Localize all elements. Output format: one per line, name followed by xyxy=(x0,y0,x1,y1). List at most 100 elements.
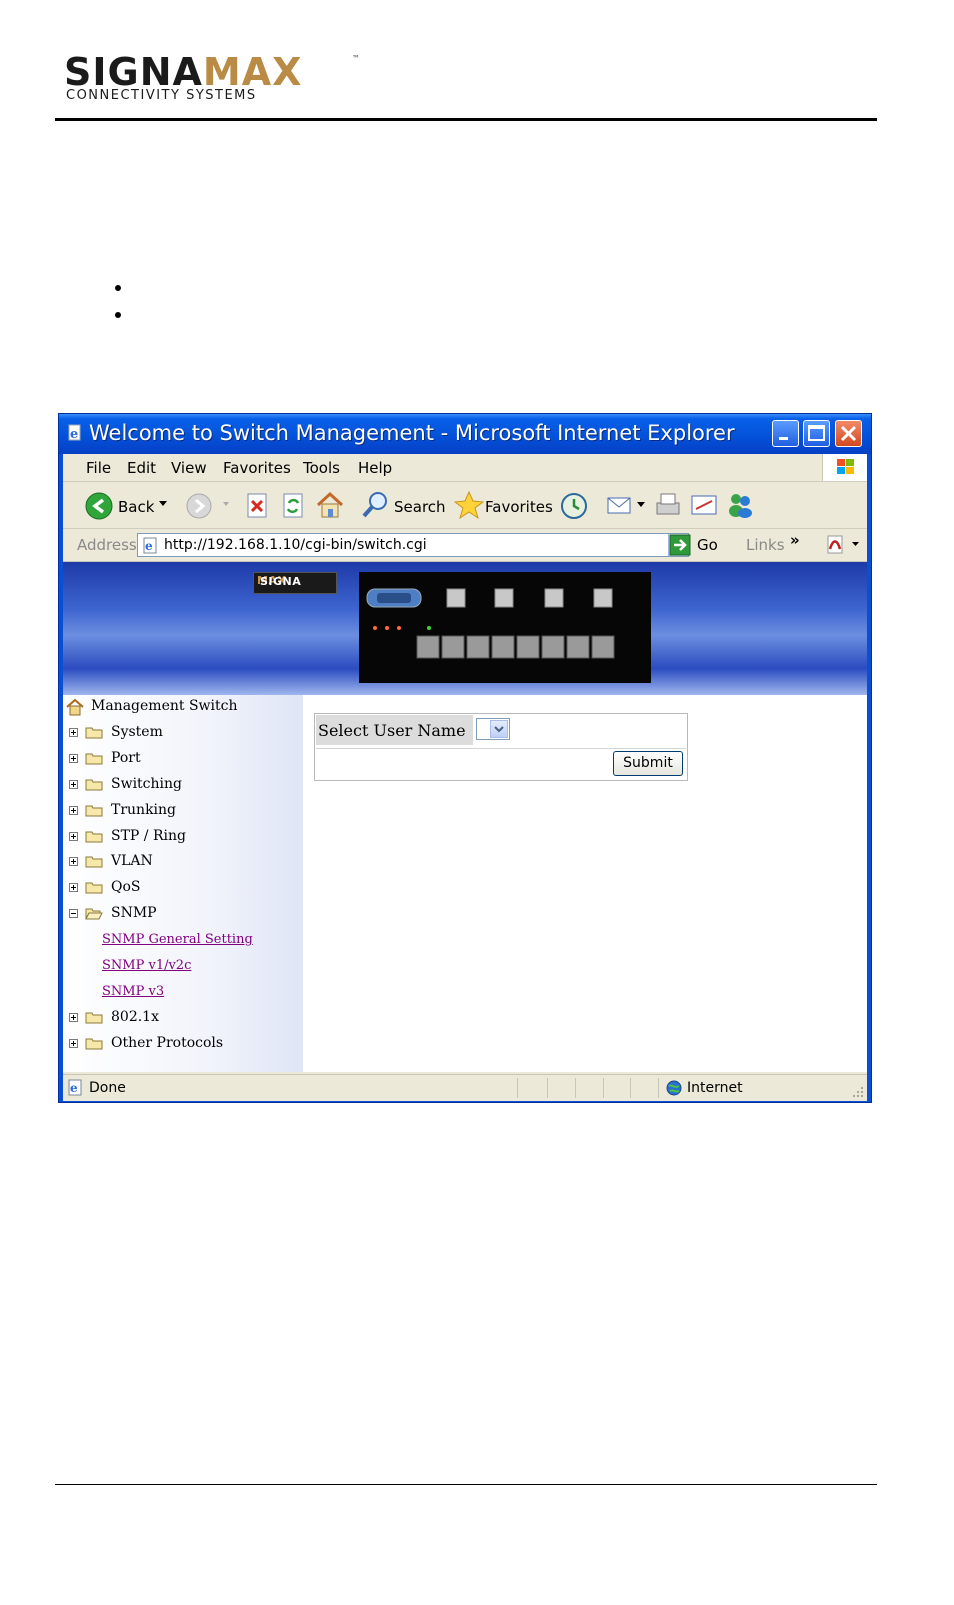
refresh-icon[interactable] xyxy=(281,492,305,520)
switch-front-panel-image xyxy=(359,572,651,683)
select-user-label: Select User Name xyxy=(318,721,466,740)
title-bar[interactable]: e Welcome to Switch Management - Microso… xyxy=(59,414,871,454)
stop-icon[interactable] xyxy=(245,492,269,520)
security-zone: Internet xyxy=(687,1080,743,1096)
status-bar: e Done Internet xyxy=(63,1074,867,1101)
standard-toolbar: Back Search Favorites xyxy=(63,482,867,529)
user-name-select[interactable] xyxy=(476,718,510,740)
close-icon xyxy=(840,425,857,442)
status-divider xyxy=(547,1078,548,1098)
history-icon[interactable] xyxy=(559,491,589,521)
menu-favorites[interactable]: Favorites xyxy=(223,459,291,477)
chevron-down-icon xyxy=(494,726,504,733)
signamax-logo: SIGNAMAX ™ CONNECTIVITY SYSTEMS xyxy=(64,52,364,108)
mail-dropdown-icon[interactable] xyxy=(637,502,645,507)
ie-window: e Welcome to Switch Management - Microso… xyxy=(58,413,872,1103)
select-dropdown-button[interactable] xyxy=(490,720,508,738)
expand-icon[interactable] xyxy=(69,754,78,763)
folder-icon xyxy=(85,779,103,791)
address-bar: Address e http://192.168.1.10/cgi-bin/sw… xyxy=(63,529,867,562)
address-url: http://192.168.1.10/cgi-bin/switch.cgi xyxy=(164,537,427,553)
edit-icon[interactable] xyxy=(689,491,719,519)
bullet-point xyxy=(115,285,121,291)
page-icon: e xyxy=(143,537,157,554)
banner-logo: SIGNA MAX xyxy=(253,572,337,594)
status-text: Done xyxy=(89,1080,126,1096)
svg-text:e: e xyxy=(70,1081,78,1095)
folder-icon xyxy=(85,1038,103,1050)
menu-view[interactable]: View xyxy=(171,459,207,477)
folder-icon xyxy=(85,727,103,739)
search-icon[interactable] xyxy=(361,490,391,520)
back-icon[interactable] xyxy=(85,492,113,520)
status-divider xyxy=(658,1078,659,1098)
favorites-button-label[interactable]: Favorites xyxy=(485,498,553,516)
maximize-icon xyxy=(808,425,825,441)
submit-button[interactable]: Submit xyxy=(613,751,683,776)
home-icon[interactable] xyxy=(315,490,345,520)
address-input[interactable]: e http://192.168.1.10/cgi-bin/switch.cgi xyxy=(137,533,689,557)
maximize-button[interactable] xyxy=(803,420,830,447)
menu-tools[interactable]: Tools xyxy=(303,459,340,477)
folder-icon xyxy=(85,753,103,765)
minimize-icon xyxy=(779,437,788,440)
close-button[interactable] xyxy=(835,420,862,447)
status-divider xyxy=(575,1078,576,1098)
links-label[interactable]: Links xyxy=(746,536,785,554)
menu-help[interactable]: Help xyxy=(358,459,392,477)
globe-icon xyxy=(666,1080,682,1096)
search-button-label[interactable]: Search xyxy=(394,498,446,516)
snmp-general-setting-link[interactable]: SNMP General Setting xyxy=(102,932,253,947)
expand-icon[interactable] xyxy=(69,806,78,815)
mail-icon[interactable] xyxy=(605,491,635,519)
submit-row: Submit xyxy=(316,748,686,780)
windows-flag-icon xyxy=(837,459,854,474)
logo-wordmark: SIGNAMAX xyxy=(64,50,303,94)
sidebar-tree: Management Switch System Port Switching xyxy=(63,695,303,1072)
switch-banner: SIGNA MAX xyxy=(63,562,867,695)
expand-icon[interactable] xyxy=(69,832,78,841)
select-user-label-cell: Select User Name xyxy=(316,715,473,745)
expand-icon[interactable] xyxy=(69,883,78,892)
collapse-icon[interactable] xyxy=(69,909,78,918)
folder-icon xyxy=(85,882,103,894)
menu-bar: File Edit View Favorites Tools Help xyxy=(63,454,867,482)
status-divider xyxy=(603,1078,604,1098)
folder-icon xyxy=(85,805,103,817)
snmp-user-form: Select User Name Submit xyxy=(314,713,688,781)
expand-icon[interactable] xyxy=(69,1039,78,1048)
expand-icon[interactable] xyxy=(69,780,78,789)
window-title: Welcome to Switch Management - Microsoft… xyxy=(89,421,735,445)
pdf-icon[interactable] xyxy=(825,535,849,555)
logo-trademark: ™ xyxy=(352,54,360,63)
logo-subtitle: CONNECTIVITY SYSTEMS xyxy=(66,88,257,103)
ie-page-icon: e xyxy=(68,424,81,442)
address-label: Address xyxy=(77,536,137,554)
back-button-label[interactable]: Back xyxy=(118,498,154,516)
resize-grip-icon[interactable] xyxy=(851,1085,865,1099)
expand-icon[interactable] xyxy=(69,1013,78,1022)
header-rule xyxy=(55,118,877,121)
snmp-v3-link[interactable]: SNMP v3 xyxy=(102,984,164,999)
snmp-v1-v2c-link[interactable]: SNMP v1/v2c xyxy=(102,958,191,973)
menu-file[interactable]: File xyxy=(86,459,111,477)
menu-edit[interactable]: Edit xyxy=(127,459,156,477)
footer-rule xyxy=(55,1484,877,1485)
svg-text:e: e xyxy=(70,427,78,442)
forward-icon[interactable] xyxy=(185,492,213,520)
links-chevron[interactable]: » xyxy=(790,531,800,549)
windows-logo xyxy=(822,454,867,481)
print-icon[interactable] xyxy=(653,490,683,520)
favorites-icon[interactable] xyxy=(454,490,484,520)
expand-icon[interactable] xyxy=(69,857,78,866)
go-button[interactable]: Go xyxy=(697,536,718,554)
svg-text:e: e xyxy=(145,539,153,553)
expand-icon[interactable] xyxy=(69,728,78,737)
bullet-point xyxy=(115,312,121,318)
pdf-dropdown-icon[interactable] xyxy=(852,542,860,547)
minimize-button[interactable] xyxy=(772,420,799,447)
back-dropdown-icon[interactable] xyxy=(159,501,167,507)
messenger-icon[interactable] xyxy=(725,490,755,520)
go-arrow-icon[interactable] xyxy=(669,534,691,556)
folder-open-icon xyxy=(85,908,103,920)
